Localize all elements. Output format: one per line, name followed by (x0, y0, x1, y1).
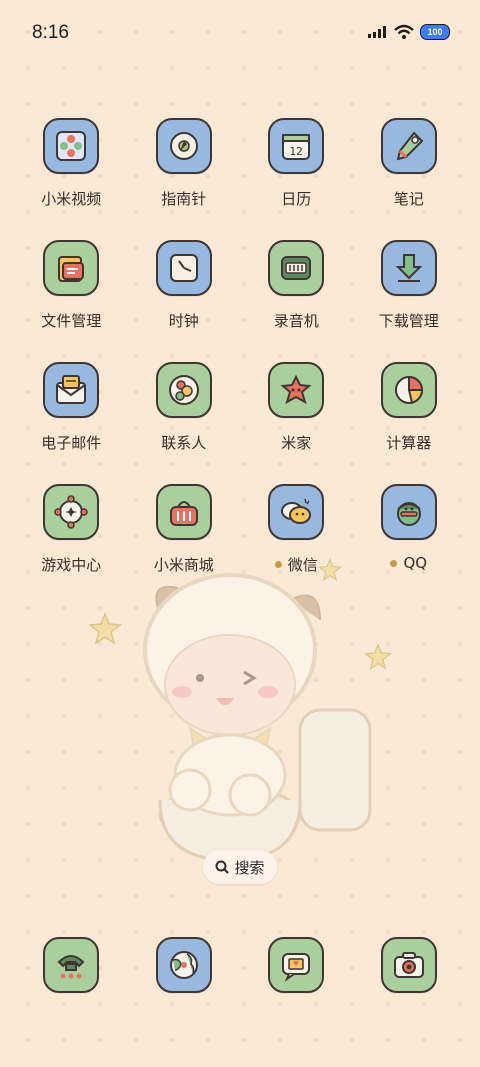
app-compass[interactable]: 指南针 (128, 118, 241, 240)
app-label: 录音机 (273, 312, 319, 330)
app-label: 小米视频 (41, 190, 102, 208)
app-row: 文件管理 时钟 录音机 下载管理 (15, 240, 465, 362)
qq-icon (380, 484, 437, 540)
clock-time: 8:16 (32, 22, 69, 43)
app-label: QQ (390, 554, 427, 572)
cellular-signal-icon (368, 26, 386, 38)
calculator-icon (380, 362, 437, 418)
dock (15, 937, 465, 997)
notes-icon (380, 118, 437, 174)
search-icon (215, 860, 230, 874)
app-row: 小米视频 指南针 12 日历 笔记 (15, 118, 465, 240)
dock-camera[interactable] (353, 937, 466, 997)
app-label: 计算器 (386, 434, 432, 452)
search-label: 搜索 (234, 858, 265, 877)
sheep-wallpaper-illustration (143, 573, 372, 860)
notification-dot (390, 559, 398, 567)
app-clock[interactable]: 时钟 (128, 240, 241, 362)
app-label: 文件管理 (41, 312, 102, 330)
calendar-date: 12 (290, 145, 303, 158)
calendar-icon: 12 (268, 118, 325, 174)
messages-icon (268, 937, 325, 993)
wechat-icon (268, 484, 325, 540)
app-recorder[interactable]: 录音机 (240, 240, 353, 362)
video-icon (43, 118, 100, 174)
app-grid: 小米视频 指南针 12 日历 笔记 文件管理 时钟 录音机 下载管理 电子邮件 … (15, 118, 465, 606)
browser-globe-icon (155, 937, 212, 993)
status-icons: 100 (368, 24, 450, 40)
app-download-manager[interactable]: 下载管理 (353, 240, 466, 362)
star-decoration (88, 612, 122, 645)
app-label: 指南针 (161, 190, 207, 208)
shop-basket-icon (155, 484, 212, 540)
app-label: 联系人 (161, 434, 207, 452)
mail-icon (43, 362, 100, 418)
mijia-icon (268, 362, 325, 418)
app-calculator[interactable]: 计算器 (353, 362, 466, 484)
download-icon (380, 240, 437, 296)
app-contacts[interactable]: 联系人 (128, 362, 241, 484)
clock-icon (155, 240, 212, 296)
app-row: 电子邮件 联系人 米家 计算器 (15, 362, 465, 484)
folder-icon (43, 240, 100, 296)
wifi-icon (394, 24, 414, 39)
contacts-icon (155, 362, 212, 418)
compass-icon (155, 118, 212, 174)
app-label: 时钟 (168, 312, 199, 330)
dock-phone[interactable] (15, 937, 128, 997)
app-xiaomi-video[interactable]: 小米视频 (15, 118, 128, 240)
app-mijia[interactable]: 米家 (240, 362, 353, 484)
recorder-icon (268, 240, 325, 296)
battery-icon: 100 (420, 24, 450, 40)
app-game-center[interactable]: 游戏中心 (15, 484, 128, 606)
app-notes[interactable]: 笔记 (353, 118, 466, 240)
app-file-manager[interactable]: 文件管理 (15, 240, 128, 362)
app-label: 电子邮件 (41, 434, 102, 452)
camera-icon (380, 937, 437, 993)
app-calendar[interactable]: 12 日历 (240, 118, 353, 240)
dock-browser[interactable] (128, 937, 241, 997)
app-label: 日历 (281, 190, 312, 208)
app-email[interactable]: 电子邮件 (15, 362, 128, 484)
app-label: 游戏中心 (41, 556, 102, 574)
game-center-icon (43, 484, 100, 540)
app-label: 下载管理 (378, 312, 439, 330)
search-button[interactable]: 搜索 (203, 850, 277, 884)
app-label: 笔记 (393, 190, 424, 208)
phone-icon (43, 937, 100, 993)
status-bar: 8:16 100 (0, 0, 480, 64)
dock-messages[interactable] (240, 937, 353, 997)
app-label: 米家 (281, 434, 312, 452)
